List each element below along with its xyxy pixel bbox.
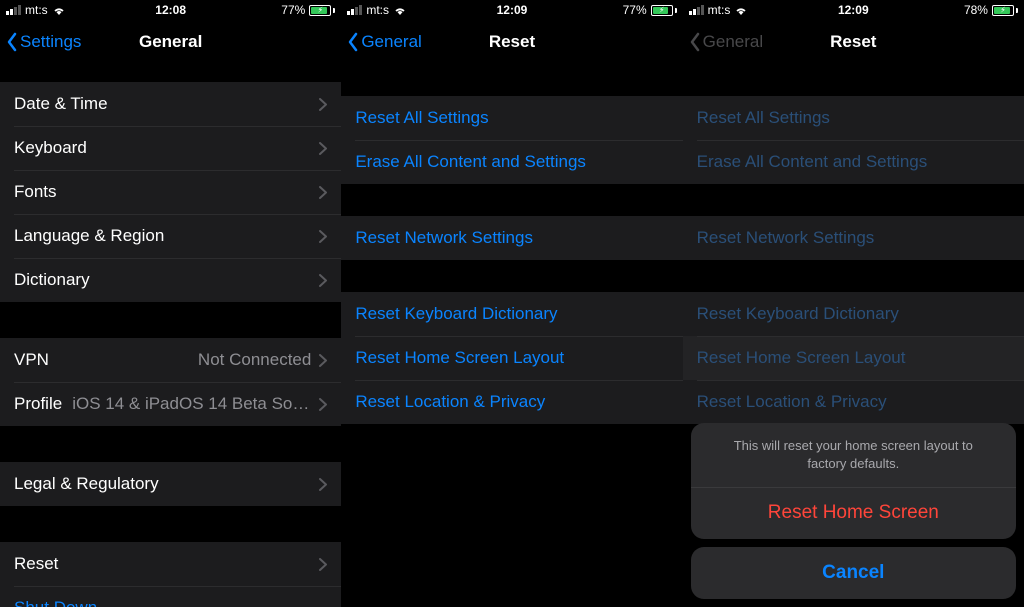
battery-icon: ⚡︎ bbox=[992, 5, 1018, 16]
phone-general: mt:s 12:08 77% ⚡︎ Settings General Date … bbox=[0, 0, 341, 607]
group-vpn-profile: VPNNot Connected ProfileiOS 14 & iPadOS … bbox=[0, 338, 341, 426]
nav-bar: Settings General bbox=[0, 20, 341, 64]
cell-fonts[interactable]: Fonts bbox=[0, 170, 341, 214]
cell-reset-all-settings[interactable]: Reset All Settings bbox=[683, 96, 1024, 140]
carrier-label: mt:s bbox=[708, 3, 731, 17]
cell-vpn[interactable]: VPNNot Connected bbox=[0, 338, 341, 382]
profile-detail: iOS 14 & iPadOS 14 Beta Softwar... bbox=[72, 394, 311, 414]
group-reset-shutdown: Reset Shut Down bbox=[0, 542, 341, 607]
nav-bar: General Reset bbox=[341, 20, 682, 64]
sheet-message: This will reset your home screen layout … bbox=[691, 423, 1016, 486]
chevron-right-icon bbox=[319, 186, 327, 199]
cell-erase-all-content[interactable]: Erase All Content and Settings bbox=[683, 140, 1024, 184]
chevron-right-icon bbox=[319, 354, 327, 367]
cell-dictionary[interactable]: Dictionary bbox=[0, 258, 341, 302]
status-bar: mt:s 12:09 78% ⚡︎ bbox=[683, 0, 1024, 20]
battery-icon: ⚡︎ bbox=[309, 5, 335, 16]
chevron-right-icon bbox=[319, 558, 327, 571]
chevron-left-icon bbox=[347, 32, 359, 52]
chevron-right-icon bbox=[319, 398, 327, 411]
sheet-reset-home-button[interactable]: Reset Home Screen bbox=[691, 487, 1016, 539]
action-sheet: This will reset your home screen layout … bbox=[691, 423, 1016, 599]
cell-reset-keyboard-dict[interactable]: Reset Keyboard Dictionary bbox=[683, 292, 1024, 336]
back-button[interactable]: General bbox=[341, 32, 421, 52]
chevron-left-icon bbox=[6, 32, 18, 52]
group-locale: Date & Time Keyboard Fonts Language & Re… bbox=[0, 82, 341, 302]
cell-profile[interactable]: ProfileiOS 14 & iPadOS 14 Beta Softwar..… bbox=[0, 382, 341, 426]
cell-date-time[interactable]: Date & Time bbox=[0, 82, 341, 126]
back-label: Settings bbox=[20, 32, 81, 52]
battery-icon: ⚡︎ bbox=[651, 5, 677, 16]
cell-reset-network[interactable]: Reset Network Settings bbox=[341, 216, 682, 260]
phone-reset-confirm: mt:s 12:09 78% ⚡︎ General Reset Reset Al… bbox=[683, 0, 1024, 607]
wifi-icon bbox=[393, 5, 407, 15]
cell-reset-home-layout[interactable]: Reset Home Screen Layout bbox=[341, 336, 682, 380]
chevron-right-icon bbox=[319, 98, 327, 111]
wifi-icon bbox=[734, 5, 748, 15]
carrier-label: mt:s bbox=[25, 3, 48, 17]
cell-language-region[interactable]: Language & Region bbox=[0, 214, 341, 258]
cell-reset-all-settings[interactable]: Reset All Settings bbox=[341, 96, 682, 140]
chevron-right-icon bbox=[319, 142, 327, 155]
signal-icon bbox=[6, 5, 21, 15]
nav-title: General bbox=[139, 32, 202, 52]
signal-icon bbox=[689, 5, 704, 15]
cell-reset-location-privacy[interactable]: Reset Location & Privacy bbox=[341, 380, 682, 424]
cell-erase-all-content[interactable]: Erase All Content and Settings bbox=[341, 140, 682, 184]
sheet-cancel-button[interactable]: Cancel bbox=[691, 547, 1016, 599]
nav-title: Reset bbox=[489, 32, 535, 52]
chevron-right-icon bbox=[319, 274, 327, 287]
carrier-label: mt:s bbox=[366, 3, 389, 17]
cell-reset-network[interactable]: Reset Network Settings bbox=[683, 216, 1024, 260]
back-label: General bbox=[703, 32, 763, 52]
group-legal: Legal & Regulatory bbox=[0, 462, 341, 506]
reset-group-3: Reset Keyboard Dictionary Reset Home Scr… bbox=[683, 292, 1024, 424]
reset-group-2: Reset Network Settings bbox=[683, 216, 1024, 260]
reset-group-3: Reset Keyboard Dictionary Reset Home Scr… bbox=[341, 292, 682, 424]
vpn-status: Not Connected bbox=[49, 350, 311, 370]
cell-legal-regulatory[interactable]: Legal & Regulatory bbox=[0, 462, 341, 506]
back-button[interactable]: General bbox=[683, 32, 763, 52]
reset-group-2: Reset Network Settings bbox=[341, 216, 682, 260]
reset-group-1: Reset All Settings Erase All Content and… bbox=[341, 96, 682, 184]
cell-reset-keyboard-dict[interactable]: Reset Keyboard Dictionary bbox=[341, 292, 682, 336]
nav-title: Reset bbox=[830, 32, 876, 52]
status-bar: mt:s 12:08 77% ⚡︎ bbox=[0, 0, 341, 20]
cell-reset-location-privacy[interactable]: Reset Location & Privacy bbox=[683, 380, 1024, 424]
battery-pct-label: 77% bbox=[623, 3, 647, 17]
cell-reset-home-layout[interactable]: Reset Home Screen Layout bbox=[683, 336, 1024, 380]
clock-label: 12:09 bbox=[838, 3, 869, 17]
back-button[interactable]: Settings bbox=[0, 32, 81, 52]
back-label: General bbox=[361, 32, 421, 52]
status-bar: mt:s 12:09 77% ⚡︎ bbox=[341, 0, 682, 20]
cell-reset[interactable]: Reset bbox=[0, 542, 341, 586]
clock-label: 12:08 bbox=[155, 3, 186, 17]
nav-bar: General Reset bbox=[683, 20, 1024, 64]
chevron-right-icon bbox=[319, 230, 327, 243]
chevron-right-icon bbox=[319, 478, 327, 491]
chevron-left-icon bbox=[689, 32, 701, 52]
cell-shut-down[interactable]: Shut Down bbox=[0, 586, 341, 607]
battery-pct-label: 78% bbox=[964, 3, 988, 17]
reset-group-1: Reset All Settings Erase All Content and… bbox=[683, 96, 1024, 184]
cell-keyboard[interactable]: Keyboard bbox=[0, 126, 341, 170]
battery-pct-label: 77% bbox=[281, 3, 305, 17]
signal-icon bbox=[347, 5, 362, 15]
clock-label: 12:09 bbox=[497, 3, 528, 17]
phone-reset: mt:s 12:09 77% ⚡︎ General Reset Reset Al… bbox=[341, 0, 682, 607]
wifi-icon bbox=[52, 5, 66, 15]
